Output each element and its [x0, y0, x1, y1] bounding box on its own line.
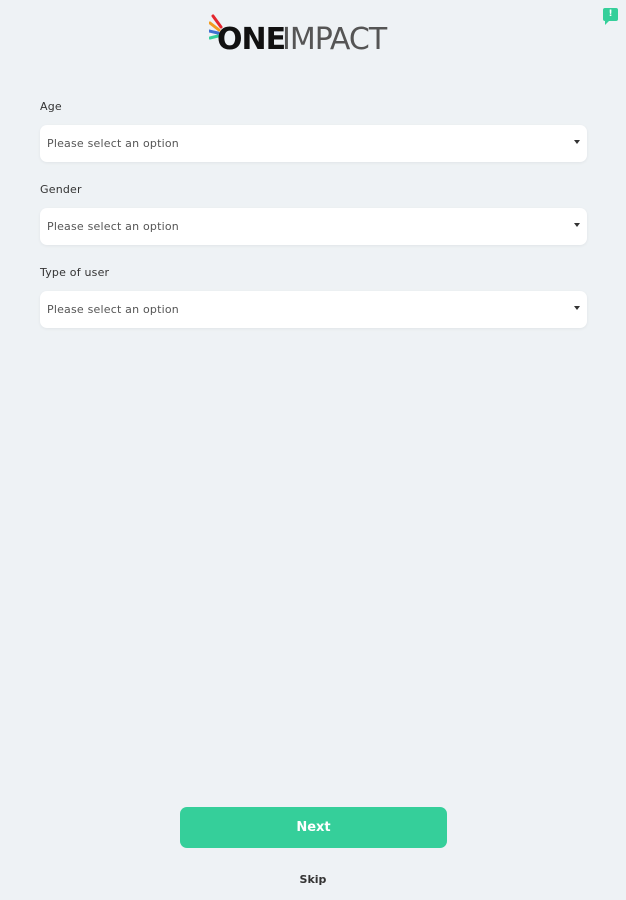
next-button[interactable]: Next [180, 807, 447, 848]
gender-select[interactable]: Please select an option [40, 208, 587, 245]
logo-text-one: ONE [217, 22, 286, 57]
user-type-label: Type of user [40, 266, 110, 279]
skip-link[interactable]: Skip [280, 873, 346, 886]
age-label: Age [40, 100, 62, 113]
feedback-icon[interactable]: ! [603, 8, 618, 25]
caret-down-icon [574, 140, 580, 144]
caret-down-icon [574, 223, 580, 227]
caret-down-icon [574, 306, 580, 310]
age-select-placeholder: Please select an option [47, 137, 179, 150]
gender-label: Gender [40, 183, 82, 196]
one-impact-logo: ONE IMPACT [209, 14, 409, 58]
logo-text-impact: IMPACT [282, 22, 387, 57]
user-type-select-placeholder: Please select an option [47, 303, 179, 316]
user-type-select[interactable]: Please select an option [40, 291, 587, 328]
gender-select-placeholder: Please select an option [47, 220, 179, 233]
age-select[interactable]: Please select an option [40, 125, 587, 162]
